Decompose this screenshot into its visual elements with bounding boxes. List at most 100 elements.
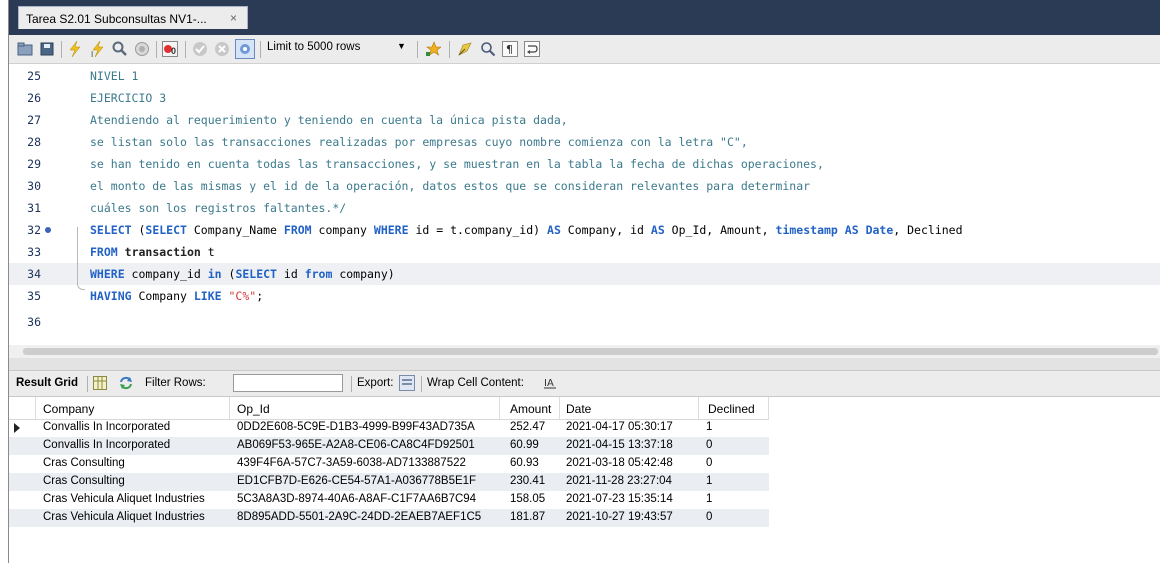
cell-declined[interactable]: 0 xyxy=(706,457,712,469)
tab-bar: Tarea S2.01 Subconsultas NV1-... × xyxy=(9,0,1160,35)
cell-amount[interactable]: 60.99 xyxy=(510,439,539,451)
wrap-cell-icon[interactable]: IA xyxy=(543,376,557,393)
export-icon[interactable] xyxy=(399,375,415,394)
cell-op-id[interactable]: 439F4F6A-57C7-3A59-6038-AD7133887522 xyxy=(237,457,466,469)
stop-icon[interactable] xyxy=(134,41,150,57)
cell-company[interactable]: Convallis In Incorporated xyxy=(43,439,170,451)
cell-company[interactable]: Cras Consulting xyxy=(43,475,125,487)
cell-declined[interactable]: 0 xyxy=(706,439,712,451)
line-number: 32 xyxy=(27,223,41,237)
code-line: 28 se listan solo las transacciones real… xyxy=(9,131,1160,153)
code-text: FROM transaction t xyxy=(90,245,215,259)
separator xyxy=(260,41,261,58)
cell-amount[interactable]: 230.41 xyxy=(510,475,545,487)
refresh-icon[interactable] xyxy=(118,376,134,393)
column-header-date[interactable]: Date xyxy=(566,402,591,416)
cell-date[interactable]: 2021-04-15 13:37:18 xyxy=(566,439,673,451)
cell-date[interactable]: 2021-10-27 19:43:57 xyxy=(566,511,673,523)
code-text: el monto de las mismas y el id de la ope… xyxy=(90,179,811,193)
sql-editor[interactable]: 25 NIVEL 1 26 EJERCICIO 3 27 Atendiendo … xyxy=(9,65,1160,345)
table-row[interactable]: Cras Consulting ED1CFB7D-E626-CE54-57A1-… xyxy=(9,473,769,491)
column-divider xyxy=(768,397,769,419)
result-grid-label[interactable]: Result Grid xyxy=(16,377,78,389)
result-grid[interactable]: Company Op_Id Amount Date Declined Conva… xyxy=(9,397,1160,563)
table-row[interactable]: Cras Vehicula Aliquet Industries 8D895AD… xyxy=(9,509,769,527)
commit-icon[interactable] xyxy=(192,41,208,57)
find-icon[interactable] xyxy=(480,41,496,57)
code-text: HAVING Company LIKE "C%"; xyxy=(90,289,264,303)
cell-amount[interactable]: 181.87 xyxy=(510,511,545,523)
code-line: 26 EJERCICIO 3 xyxy=(9,87,1160,109)
close-icon[interactable]: × xyxy=(230,11,237,25)
result-grid-toolbar: Result Grid Filter Rows: Export: Wrap Ce… xyxy=(9,370,1160,397)
cell-company[interactable]: Cras Consulting xyxy=(43,457,125,469)
cell-amount[interactable]: 60.93 xyxy=(510,457,539,469)
cell-amount[interactable]: 158.05 xyxy=(510,493,545,505)
filter-rows-label: Filter Rows: xyxy=(145,377,206,389)
column-header-op-id[interactable]: Op_Id xyxy=(237,402,270,416)
wrap-lines-icon[interactable] xyxy=(524,41,540,57)
filter-rows-input[interactable] xyxy=(233,374,343,392)
export-label: Export: xyxy=(357,377,394,389)
svg-text:I: I xyxy=(91,50,93,57)
line-number: 36 xyxy=(27,315,41,329)
line-number: 26 xyxy=(27,91,41,105)
scrollbar-thumb[interactable] xyxy=(23,348,1158,355)
column-header-declined[interactable]: Declined xyxy=(708,402,755,416)
sql-editor-toolbar: I 0 Limit to 5000 rows ▼ ¶ xyxy=(9,35,1160,64)
explain-icon[interactable] xyxy=(112,41,128,57)
table-row[interactable]: Cras Consulting 439F4F6A-57C7-3A59-6038-… xyxy=(9,455,769,473)
table-row[interactable]: Cras Vehicula Aliquet Industries 5C3A8A3… xyxy=(9,491,769,509)
editor-horizontal-scrollbar[interactable] xyxy=(9,345,1160,358)
execute-current-icon[interactable]: I xyxy=(90,41,106,57)
line-number: 34 xyxy=(27,267,41,281)
cell-op-id[interactable]: 8D895ADD-5501-2A9C-24DD-2EAEB7AEF1C5 xyxy=(237,511,481,523)
separator xyxy=(351,376,352,392)
cell-op-id[interactable]: 5C3A8A3D-8974-40A6-A8AF-C1F7AA6B7C94 xyxy=(237,493,476,505)
tab-sql-file[interactable]: Tarea S2.01 Subconsultas NV1-... × xyxy=(18,6,248,29)
bookmark-star-icon[interactable] xyxy=(425,41,441,57)
save-icon[interactable] xyxy=(39,41,55,57)
invisible-chars-icon[interactable]: ¶ xyxy=(502,41,518,57)
code-line-current: 34 WHERE company_id in (SELECT id from c… xyxy=(9,263,1160,285)
code-text: se han tenido en cuenta todas las transa… xyxy=(90,157,824,171)
cell-declined[interactable]: 1 xyxy=(706,493,712,505)
line-number: 28 xyxy=(27,135,41,149)
execute-icon[interactable] xyxy=(67,41,83,57)
code-text: SELECT (SELECT Company_Name FROM company… xyxy=(90,223,963,237)
table-row[interactable]: Convallis In Incorporated AB069F53-965E-… xyxy=(9,437,769,455)
column-header-company[interactable]: Company xyxy=(43,402,94,416)
toggle-error-icon[interactable]: 0 xyxy=(162,41,178,57)
line-number: 31 xyxy=(27,201,41,215)
cell-op-id[interactable]: ED1CFB7D-E626-CE54-57A1-A036778B5E1F xyxy=(237,475,476,487)
code-line: 25 NIVEL 1 xyxy=(9,65,1160,87)
cell-date[interactable]: 2021-03-18 05:42:48 xyxy=(566,457,673,469)
cell-company[interactable]: Cras Vehicula Aliquet Industries xyxy=(43,493,205,505)
autocommit-toggle-icon[interactable] xyxy=(235,39,255,59)
line-number: 33 xyxy=(27,245,41,259)
cell-company[interactable]: Convallis In Incorporated xyxy=(43,421,170,433)
column-header-amount[interactable]: Amount xyxy=(510,402,551,416)
table-row[interactable]: Convallis In Incorporated 0DD2E608-5C9E-… xyxy=(9,419,769,437)
cell-date[interactable]: 2021-04-17 05:30:17 xyxy=(566,421,673,433)
rollback-icon[interactable] xyxy=(214,41,230,57)
cell-op-id[interactable]: AB069F53-965E-A2A8-CE06-CA8C4FD92501 xyxy=(237,439,475,451)
cell-op-id[interactable]: 0DD2E608-5C9E-D1B3-4999-B99F43AD735A xyxy=(237,421,475,433)
grid-view-icon[interactable] xyxy=(93,376,107,393)
cell-declined[interactable]: 1 xyxy=(706,475,712,487)
limit-rows-select[interactable]: Limit to 5000 rows ▼ xyxy=(267,41,407,58)
cell-date[interactable]: 2021-07-23 15:35:14 xyxy=(566,493,673,505)
cell-date[interactable]: 2021-11-28 23:27:04 xyxy=(566,475,672,487)
code-line: 27 Atendiendo al requerimiento y teniend… xyxy=(9,109,1160,131)
cell-company[interactable]: Cras Vehicula Aliquet Industries xyxy=(43,511,205,523)
beautify-icon[interactable] xyxy=(457,41,473,57)
panel-divider[interactable] xyxy=(9,358,1160,370)
cell-amount[interactable]: 252.47 xyxy=(510,421,545,433)
cell-declined[interactable]: 0 xyxy=(706,511,712,523)
cell-declined[interactable]: 1 xyxy=(706,421,712,433)
open-folder-icon[interactable] xyxy=(17,41,33,57)
column-divider xyxy=(499,397,500,419)
code-line: 30 el monto de las mismas y el id de la … xyxy=(9,175,1160,197)
code-line: 31 cuáles son los registros faltantes.*/ xyxy=(9,197,1160,219)
svg-text:IA: IA xyxy=(544,378,554,389)
